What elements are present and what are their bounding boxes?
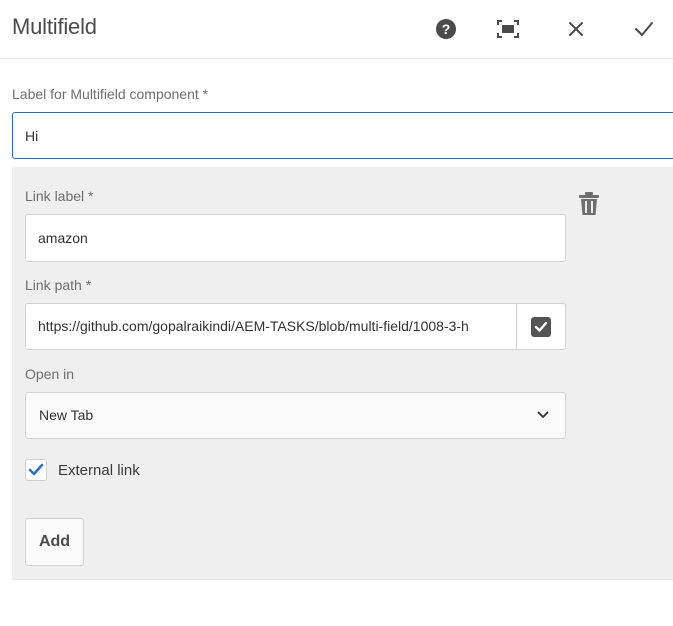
link-path-field[interactable]: https://github.com/gopalraikindi/AEM-TAS… — [25, 303, 566, 350]
dialog-title: Multifield — [12, 14, 97, 39]
svg-text:?: ? — [442, 21, 451, 37]
link-path-input[interactable]: https://github.com/gopalraikindi/AEM-TAS… — [38, 304, 504, 349]
close-button[interactable] — [562, 15, 590, 43]
chevron-down-icon — [537, 411, 549, 418]
open-in-title: Open in — [25, 366, 75, 382]
done-button[interactable] — [630, 15, 658, 43]
open-in-select[interactable]: New Tab — [25, 392, 566, 439]
fullscreen-button[interactable] — [494, 15, 522, 43]
help-icon: ? — [436, 19, 456, 39]
dialog-header: Multifield ? — [0, 0, 673, 59]
close-icon — [569, 22, 583, 36]
external-link-checkbox[interactable] — [25, 459, 47, 481]
multifield-item: Link label * Link path * https://github.… — [12, 167, 673, 580]
link-label-input[interactable] — [25, 214, 566, 262]
component-label-title: Label for Multifield component * — [12, 86, 209, 102]
link-label-title: Link label * — [25, 188, 94, 204]
open-in-value: New Tab — [39, 407, 94, 423]
checkbox-checked-icon — [531, 316, 551, 337]
help-button[interactable]: ? — [432, 15, 460, 43]
delete-item-button[interactable] — [578, 191, 600, 217]
trash-icon — [579, 192, 599, 215]
link-path-title: Link path * — [25, 277, 92, 293]
checkmark-icon — [635, 22, 653, 36]
component-label-input[interactable] — [12, 112, 673, 159]
checkmark-icon — [28, 463, 44, 476]
path-browse-button[interactable] — [517, 304, 565, 349]
fullscreen-icon — [497, 20, 519, 38]
add-item-button[interactable]: Add — [25, 518, 84, 566]
external-link-label: External link — [58, 462, 140, 479]
